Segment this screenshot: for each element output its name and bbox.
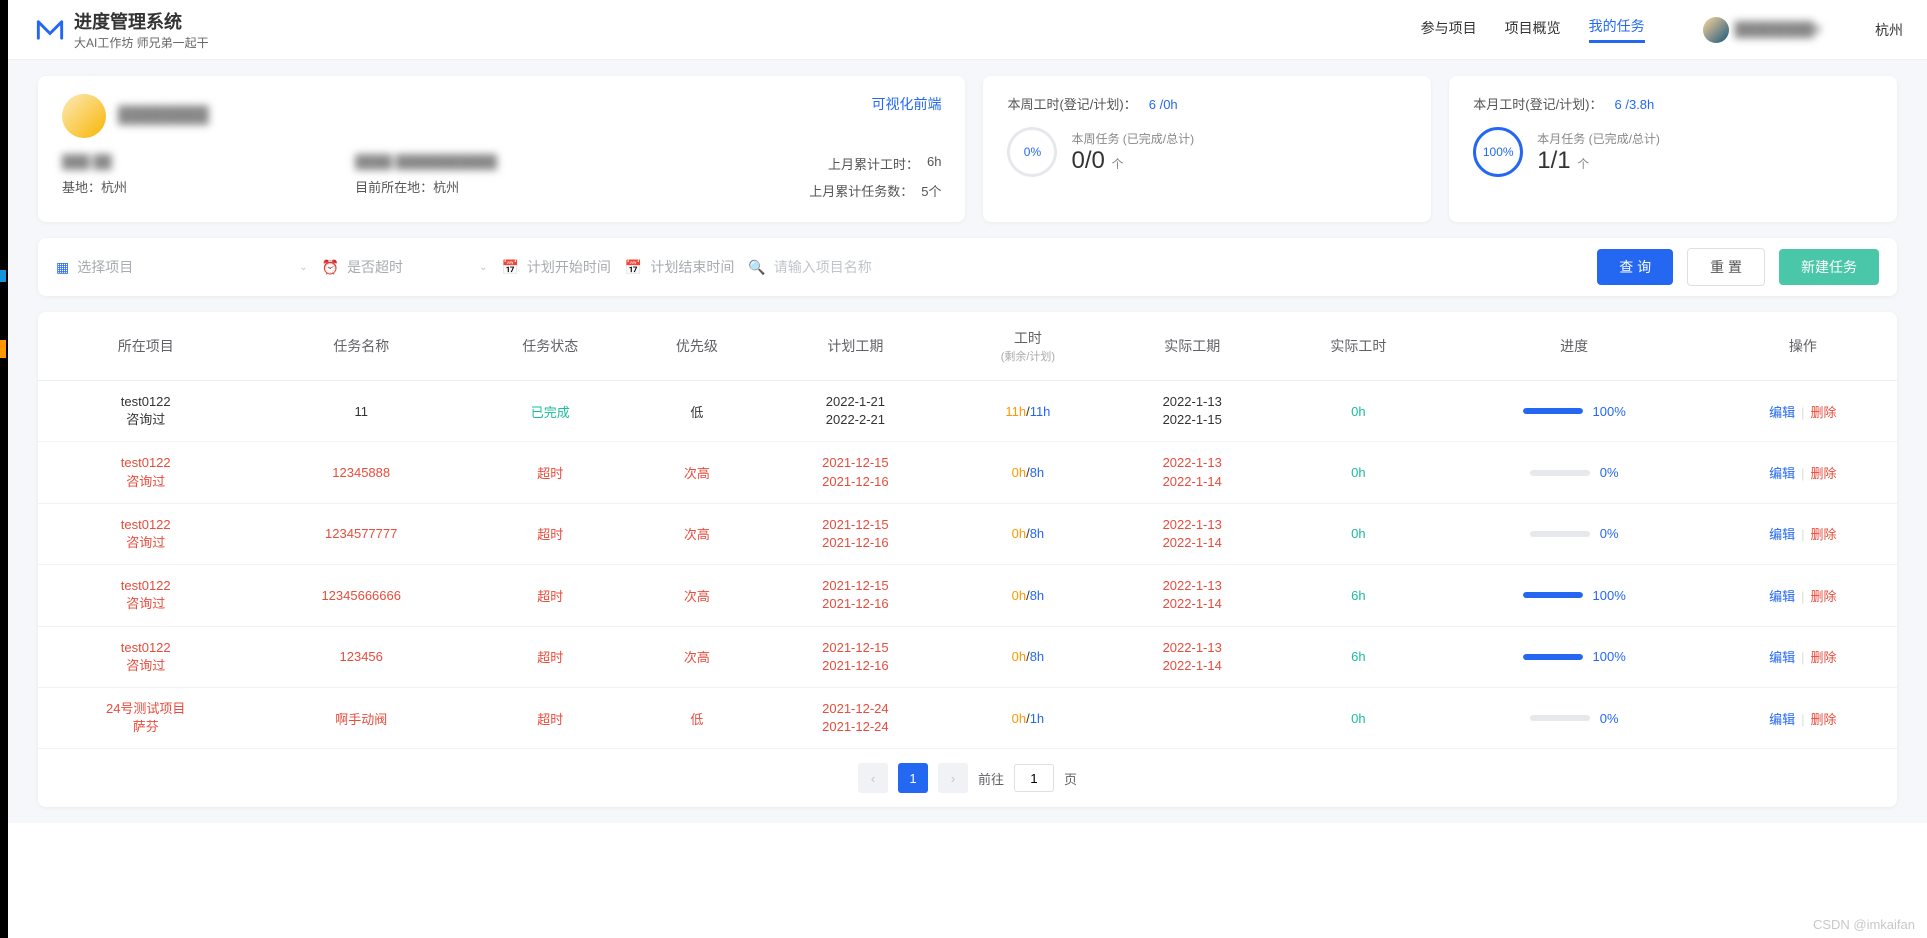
top-bar: 进度管理系统 大AI工作坊 师兄弟一起干 参与项目 项目概览 我的任务 ████… xyxy=(8,0,1927,60)
filter-toolbar: ▦ 选择项目 ⌄ ⏰ 是否超时 ⌄ 📅 计划开始时间 📅 计划结束时间 xyxy=(38,238,1897,296)
user-name: ████████▾ xyxy=(1735,21,1821,38)
page-prev-button[interactable]: ‹ xyxy=(858,763,888,793)
chevron-down-icon: ⌄ xyxy=(479,262,487,273)
grid-icon: ▦ xyxy=(56,259,69,276)
column-header: 实际工时 xyxy=(1277,312,1439,381)
last-month-tasks-label: 上月累计任务数： xyxy=(809,181,913,200)
column-header: 操作 xyxy=(1709,312,1897,381)
info-name: ████████ xyxy=(118,107,209,125)
nav-projects[interactable]: 参与项目 xyxy=(1421,18,1477,42)
month-stat-card: 本月工时(登记/计划)：6 /3.8h 100% 本月任务 (已完成/总计) 1… xyxy=(1449,76,1897,222)
column-header: 实际工期 xyxy=(1107,312,1277,381)
watermark: CSDN @imkaifan xyxy=(1813,917,1915,932)
task-table: 所在项目任务名称任务状态优先级计划工期工时(剩余/计划)实际工期实际工时进度操作… xyxy=(38,312,1897,749)
search-icon: 🔍 xyxy=(748,259,765,276)
table-row: test0122咨询过123456超时次高2021-12-152021-12-1… xyxy=(38,626,1897,687)
side-gutter xyxy=(0,0,8,938)
visual-frontend-link[interactable]: 可视化前端 xyxy=(871,94,941,138)
last-month-hours-value: 6h xyxy=(927,154,941,173)
column-header: 任务状态 xyxy=(469,312,631,381)
task-table-wrap: 所在项目任务名称任务状态优先级计划工期工时(剩余/计划)实际工期实际工时进度操作… xyxy=(38,312,1897,807)
avatar-icon xyxy=(1703,17,1729,43)
reset-button[interactable]: 重 置 xyxy=(1687,248,1765,286)
logo-icon xyxy=(36,19,64,41)
week-hours-value: 6 /0h xyxy=(1149,97,1178,112)
week-ring-icon: 0% xyxy=(1007,127,1057,177)
week-stat-card: 本周工时(登记/计划)：6 /0h 0% 本周任务 (已完成/总计) 0/0 个 xyxy=(983,76,1431,222)
delete-link[interactable]: 删除 xyxy=(1811,527,1837,542)
last-month-tasks-value: 5个 xyxy=(921,181,941,200)
page-next-button[interactable]: › xyxy=(938,763,968,793)
edit-link[interactable]: 编辑 xyxy=(1769,650,1795,665)
search-input[interactable] xyxy=(774,259,914,275)
month-tasks-value: 1/1 xyxy=(1537,147,1570,174)
delete-link[interactable]: 删除 xyxy=(1811,405,1837,420)
alarm-icon: ⏰ xyxy=(322,259,339,276)
column-header: 优先级 xyxy=(631,312,762,381)
page-1-button[interactable]: 1 xyxy=(898,763,928,793)
delete-link[interactable]: 删除 xyxy=(1811,650,1837,665)
avatar-large-icon xyxy=(62,94,106,138)
calendar-icon: 📅 xyxy=(625,259,642,276)
end-date-picker[interactable]: 📅 计划结束时间 xyxy=(625,257,734,277)
column-header: 工时(剩余/计划) xyxy=(948,312,1107,381)
user-menu[interactable]: ████████▾ xyxy=(1703,17,1821,43)
select-project-dropdown[interactable]: ▦ 选择项目 ⌄ xyxy=(56,257,308,277)
delete-link[interactable]: 删除 xyxy=(1811,712,1837,727)
table-row: test0122咨询过12345666666超时次高2021-12-152021… xyxy=(38,565,1897,626)
month-hours-value: 6 /3.8h xyxy=(1615,97,1655,112)
week-tasks-value: 0/0 xyxy=(1071,147,1104,174)
nav-mytasks[interactable]: 我的任务 xyxy=(1589,16,1645,43)
column-header: 所在项目 xyxy=(38,312,253,381)
edit-link[interactable]: 编辑 xyxy=(1769,527,1795,542)
table-row: 24号测试项目萨芬啊手动阀超时低2021-12-242021-12-240h/1… xyxy=(38,687,1897,748)
column-header: 任务名称 xyxy=(253,312,469,381)
edit-link[interactable]: 编辑 xyxy=(1769,466,1795,481)
start-date-picker[interactable]: 📅 计划开始时间 xyxy=(501,257,610,277)
search-field[interactable]: 🔍 xyxy=(748,259,913,276)
brand-subtitle: 大AI工作坊 师兄弟一起干 xyxy=(74,34,209,51)
info-card: ████████ 可视化前端 ███ ██ 基地：杭州 ████ ███████… xyxy=(38,76,965,222)
brand-title: 进度管理系统 xyxy=(74,8,209,34)
location-label: 杭州 xyxy=(1875,20,1903,40)
overtime-dropdown[interactable]: ⏰ 是否超时 ⌄ xyxy=(322,257,488,277)
pagination: ‹ 1 › 前往 页 xyxy=(38,763,1897,793)
query-button[interactable]: 查 询 xyxy=(1597,249,1673,285)
new-task-button[interactable]: 新建任务 xyxy=(1779,249,1879,285)
delete-link[interactable]: 删除 xyxy=(1811,466,1837,481)
calendar-icon: 📅 xyxy=(501,259,518,276)
last-month-hours-label: 上月累计工时： xyxy=(828,154,919,173)
delete-link[interactable]: 删除 xyxy=(1811,589,1837,604)
column-header: 进度 xyxy=(1440,312,1709,381)
page-input[interactable] xyxy=(1014,764,1054,792)
edit-link[interactable]: 编辑 xyxy=(1769,405,1795,420)
edit-link[interactable]: 编辑 xyxy=(1769,589,1795,604)
edit-link[interactable]: 编辑 xyxy=(1769,712,1795,727)
table-row: test0122咨询过11已完成低2022-1-212022-2-2111h/1… xyxy=(38,381,1897,442)
table-row: test0122咨询过12345888超时次高2021-12-152021-12… xyxy=(38,442,1897,503)
table-row: test0122咨询过1234577777超时次高2021-12-152021-… xyxy=(38,503,1897,564)
chevron-down-icon: ⌄ xyxy=(299,262,307,273)
column-header: 计划工期 xyxy=(762,312,948,381)
nav-overview[interactable]: 项目概览 xyxy=(1505,18,1561,42)
month-ring-icon: 100% xyxy=(1473,127,1523,177)
